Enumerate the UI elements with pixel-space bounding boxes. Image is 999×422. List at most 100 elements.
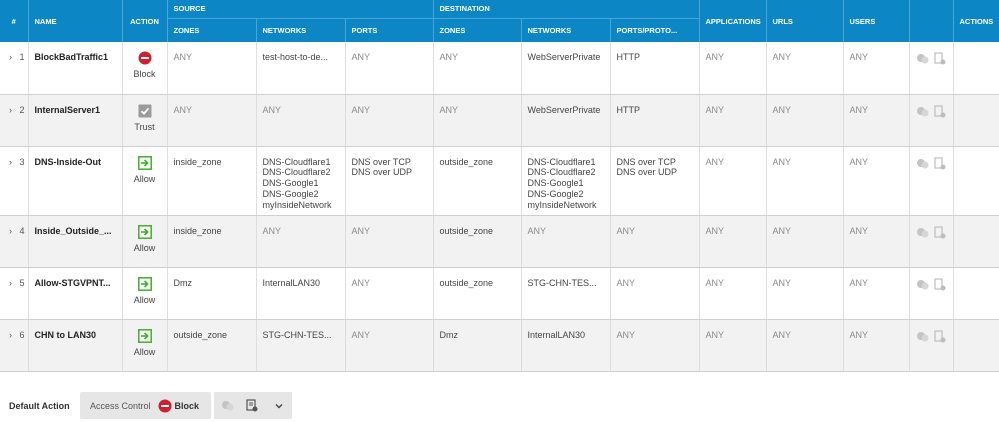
table-row[interactable]: › 6 CHN to LAN30 Allow outside_zone STG-CHN-… (0, 319, 999, 372)
default-intrusion-policy-button[interactable] (214, 392, 241, 419)
logging-icon[interactable] (933, 277, 946, 291)
chevron-right-icon[interactable]: › (9, 157, 17, 168)
rule-urls: ANY (766, 215, 844, 268)
rule-icons-cell (909, 267, 954, 320)
rule-icons-cell (909, 146, 954, 216)
rule-actions-cell[interactable] (953, 42, 999, 95)
default-action-dropdown[interactable] (265, 392, 292, 419)
cell-value-line: ANY (705, 156, 725, 167)
logging-icon[interactable] (933, 104, 946, 118)
table-header: # NAME ACTION SOURCE DESTINATION APPLICA… (0, 0, 999, 42)
rule-users: ANY (843, 94, 910, 147)
rule-name[interactable]: BlockBadTraffic1 (28, 42, 123, 95)
cell-value-line: STG-CHN-TES... (527, 277, 597, 288)
rule-src-zones: ANY (167, 94, 257, 147)
rule-src-ports: ANY (345, 94, 434, 147)
rule-actions-cell[interactable] (953, 267, 999, 320)
rule-number-cell[interactable]: › 6 (0, 319, 29, 372)
cell-value-line: ANY (351, 277, 371, 288)
intrusion-policy-icon[interactable] (916, 278, 929, 291)
col-dst-ports-header: PORTS/PROTO... (610, 17, 700, 42)
rule-action-cell: Allow (122, 215, 168, 268)
allow-icon (137, 276, 152, 291)
rule-action-label: Allow (133, 173, 156, 184)
cell-value-line: DNS over UDP (616, 167, 678, 178)
chevron-right-icon[interactable]: › (9, 226, 17, 237)
rule-action-label: Allow (133, 294, 156, 305)
rule-action-label: Block (133, 69, 156, 79)
cell-value-line: ANY (173, 104, 193, 115)
chevron-right-icon[interactable]: › (9, 52, 17, 63)
intrusion-policy-icon[interactable] (916, 157, 929, 170)
rule-src-zones: ANY (167, 42, 257, 95)
table-row[interactable]: › 3 DNS-Inside-Out Allow inside_zone DNS-Clo… (0, 146, 999, 216)
table-row[interactable]: › 2 InternalServer1 Trust ANY ANY ANY ANY WebSe… (0, 94, 999, 147)
cell-value-line: DNS-Cloudflare1 (527, 156, 596, 167)
rule-name[interactable]: Inside_Outside_... (28, 215, 123, 268)
cell-value-line: ANY (262, 225, 282, 236)
chevron-right-icon[interactable]: › (9, 278, 17, 289)
rule-dst-networks: DNS-Cloudflare1 DNS-Cloudflare2 DNS-Google… (521, 146, 611, 216)
rule-number-cell[interactable]: › 2 (0, 94, 29, 147)
col-icons-header (909, 0, 954, 42)
rule-actions-cell[interactable] (953, 319, 999, 372)
cell-value-line: DNS over UDP (351, 167, 413, 178)
default-logging-button[interactable] (238, 392, 265, 419)
chevron-right-icon[interactable]: › (9, 105, 17, 116)
cell-value-line: ANY (616, 329, 636, 340)
intrusion-policy-icon (222, 401, 234, 411)
default-action-selector[interactable]: Access Control Block (80, 392, 211, 419)
rule-number-cell[interactable]: › 1 (0, 42, 29, 95)
logging-icon[interactable] (933, 156, 946, 170)
intrusion-policy-icon[interactable] (916, 226, 929, 239)
logging-icon[interactable] (933, 52, 946, 65)
cell-value-line: ANY (705, 225, 725, 236)
cell-value-line: DNS-Cloudflare1 (262, 156, 331, 167)
rule-number-cell[interactable]: › 4 (0, 215, 29, 268)
cell-value-line: ANY (772, 225, 792, 236)
intrusion-policy-icon[interactable] (916, 105, 929, 118)
rule-users: ANY (843, 267, 910, 320)
cell-value-line: ANY (772, 104, 792, 115)
col-name-header[interactable]: NAME (28, 0, 123, 42)
col-src-networks-header: NETWORKS (256, 17, 346, 42)
rule-name[interactable]: Allow-STGVPNT... (28, 267, 123, 320)
access-control-label: Access Control (90, 400, 151, 411)
chevron-right-icon[interactable]: › (9, 330, 17, 341)
rule-number-cell[interactable]: › 3 (0, 146, 29, 216)
cell-value-line: ANY (849, 329, 869, 340)
rule-actions-cell[interactable] (953, 215, 999, 268)
rule-actions-cell[interactable] (953, 146, 999, 216)
logging-icon[interactable] (933, 225, 946, 239)
rule-dst-networks: InternalLAN30 (521, 319, 611, 372)
rule-number-cell[interactable]: › 5 (0, 267, 29, 320)
rule-actions-cell[interactable] (953, 94, 999, 147)
rule-action-cell: Trust (122, 94, 168, 147)
cell-value-line: ANY (772, 52, 792, 62)
cell-value-line: DNS-Cloudflare2 (262, 167, 331, 178)
cell-value-line: WebServerPrivate (527, 104, 601, 115)
rule-applications: ANY (699, 94, 767, 147)
intrusion-policy-icon[interactable] (916, 330, 929, 343)
col-urls-header: URLS (766, 0, 844, 42)
col-src-ports-header: PORTS (345, 17, 434, 42)
logging-icon[interactable] (933, 329, 946, 343)
cell-value-line: inside_zone (173, 156, 222, 167)
rule-dst-ports: HTTP (610, 94, 700, 147)
rule-number: 3 (19, 156, 25, 167)
trust-icon (138, 104, 152, 117)
rule-name[interactable]: DNS-Inside-Out (28, 146, 123, 216)
table-row[interactable]: › 5 Allow-STGVPNT... Allow Dmz InternalLAN30… (0, 267, 999, 320)
rule-name[interactable]: CHN to LAN30 (28, 319, 123, 372)
table-row[interactable]: › 4 Inside_Outside_... Allow inside_zone ANY… (0, 215, 999, 268)
rule-name[interactable]: InternalServer1 (28, 94, 123, 147)
cell-value-line: myInsideNetwork (527, 199, 597, 210)
rule-action-label: Allow (133, 242, 156, 253)
cell-value-line: ANY (849, 277, 869, 288)
block-icon (138, 51, 152, 65)
intrusion-policy-icon[interactable] (916, 52, 929, 65)
cell-value-line: ANY (772, 277, 792, 288)
table-row[interactable]: › 1 BlockBadTraffic1 Block ANY test-host-to-… (0, 42, 999, 95)
rule-src-networks: test-host-to-de... (256, 42, 346, 95)
rule-icons-cell (909, 42, 954, 95)
